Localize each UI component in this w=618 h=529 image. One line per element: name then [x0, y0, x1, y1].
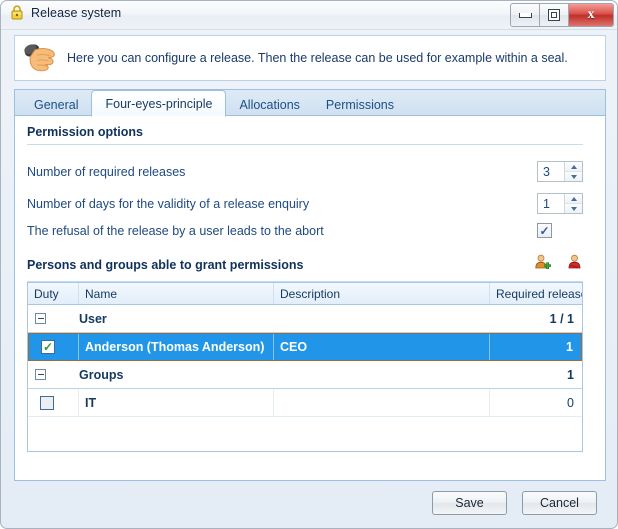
spinner-down-button[interactable]: [565, 204, 582, 213]
minimize-icon: [518, 12, 532, 18]
required-releases-value[interactable]: 3: [538, 162, 564, 181]
spinner-arrows: [564, 194, 582, 213]
maximize-button[interactable]: [540, 4, 569, 26]
group-required-releases: 1 / 1: [549, 311, 574, 326]
row-description: [274, 389, 490, 416]
save-button-label: Save: [455, 496, 484, 510]
chevron-up-icon: [570, 196, 577, 201]
tab-label: Four-eyes-principle: [105, 96, 213, 111]
grid-row-it[interactable]: IT 0: [28, 389, 582, 417]
grid-row-anderson[interactable]: ✓ Anderson (Thomas Anderson) CEO 1: [28, 333, 582, 361]
group-description: [274, 361, 490, 388]
column-header-name[interactable]: Name: [79, 283, 274, 304]
release-system-window: Release system x Here you can configure …: [0, 0, 618, 529]
permission-options-heading: Permission options: [27, 125, 143, 139]
section-divider: [27, 144, 583, 145]
group-expander-cell: [28, 361, 79, 388]
duty-checkbox[interactable]: ✓: [41, 340, 55, 354]
close-button[interactable]: x: [569, 4, 613, 26]
spinner-up-button[interactable]: [565, 162, 582, 172]
group-required-releases: 1: [567, 367, 574, 382]
chevron-up-icon: [570, 164, 577, 169]
column-header-description[interactable]: Description: [274, 283, 490, 304]
permission-options-section: Permission options: [27, 125, 583, 145]
chevron-down-icon: [570, 174, 577, 179]
spinner-arrows: [564, 162, 582, 181]
tab-permissions[interactable]: Permissions: [313, 94, 407, 116]
save-button[interactable]: Save: [432, 491, 507, 515]
spinner-up-button[interactable]: [565, 194, 582, 204]
minimize-button[interactable]: [511, 4, 540, 26]
column-header-required-releases[interactable]: Required releases: [490, 283, 582, 304]
check-icon: ✓: [42, 340, 54, 354]
cancel-button-label: Cancel: [540, 496, 579, 510]
check-icon: ✓: [539, 223, 550, 238]
grid-group-row-groups[interactable]: Groups 1: [28, 361, 582, 389]
column-header-duty[interactable]: Duty: [28, 283, 79, 304]
permissions-grid[interactable]: Duty Name Description Required releases …: [27, 282, 583, 452]
tab-allocations[interactable]: Allocations: [226, 94, 312, 116]
info-banner-text: Here you can configure a release. Then t…: [67, 50, 568, 65]
window-title: Release system: [31, 5, 122, 20]
tab-body-four-eyes-principle: Permission options Number of required re…: [14, 115, 606, 481]
row-name: Anderson (Thomas Anderson): [79, 334, 274, 360]
duty-checkbox[interactable]: [40, 395, 54, 410]
duty-cell: ✓: [28, 334, 79, 360]
chevron-down-icon: [570, 206, 577, 211]
grid-group-row-user[interactable]: User 1 / 1: [28, 305, 582, 333]
tab-label: Permissions: [325, 98, 394, 112]
option-row-refusal-aborts: The refusal of the release by a user lea…: [27, 222, 583, 239]
add-user-icon[interactable]: [534, 254, 551, 276]
tab-general[interactable]: General: [21, 94, 91, 116]
remove-user-icon[interactable]: [566, 254, 583, 276]
collapse-icon[interactable]: [35, 313, 46, 324]
tab-strip: General Four-eyes-principle Allocations …: [14, 89, 606, 117]
row-description: CEO: [274, 334, 490, 360]
validity-days-spinner[interactable]: 1: [537, 193, 583, 214]
group-name: User: [79, 311, 107, 326]
spinner-down-button[interactable]: [565, 172, 582, 181]
tab-panel: General Four-eyes-principle Allocations …: [14, 89, 606, 481]
tab-label: Allocations: [239, 98, 300, 112]
tab-label: General: [34, 98, 79, 112]
title-bar: Release system x: [1, 1, 617, 30]
tab-four-eyes-principle[interactable]: Four-eyes-principle: [91, 90, 227, 117]
persons-section-actions: [534, 254, 583, 276]
option-row-required-releases: Number of required releases 3: [27, 161, 583, 182]
option-label: Number of required releases: [27, 164, 186, 179]
row-required-releases: 0: [567, 395, 574, 410]
group-description: [274, 305, 490, 332]
option-label: The refusal of the release by a user lea…: [27, 223, 324, 238]
restore-icon: [548, 9, 560, 21]
persons-section-heading: Persons and groups able to grant permiss…: [27, 258, 304, 272]
row-required-releases: 1: [490, 334, 582, 360]
persons-section: Persons and groups able to grant permiss…: [27, 254, 583, 282]
hand-pointer-icon: [15, 41, 67, 75]
row-name: IT: [79, 389, 274, 416]
validity-days-value[interactable]: 1: [538, 194, 564, 213]
option-row-validity-days: Number of days for the validity of a rel…: [27, 193, 583, 214]
window-controls: x: [510, 3, 614, 27]
grid-header-row: Duty Name Description Required releases: [28, 283, 582, 305]
close-icon: x: [587, 7, 595, 22]
refusal-aborts-checkbox[interactable]: ✓: [537, 223, 552, 238]
group-name: Groups: [79, 367, 124, 382]
info-banner: Here you can configure a release. Then t…: [14, 35, 606, 81]
duty-cell: [28, 389, 79, 416]
dialog-footer: Save Cancel: [1, 481, 617, 528]
required-releases-spinner[interactable]: 3: [537, 161, 583, 182]
option-label: Number of days for the validity of a rel…: [27, 196, 310, 211]
cancel-button[interactable]: Cancel: [522, 491, 597, 515]
title-bar-left: Release system: [10, 5, 121, 20]
group-expander-cell: [28, 305, 79, 332]
collapse-icon[interactable]: [35, 369, 46, 380]
lock-icon: [10, 5, 24, 20]
